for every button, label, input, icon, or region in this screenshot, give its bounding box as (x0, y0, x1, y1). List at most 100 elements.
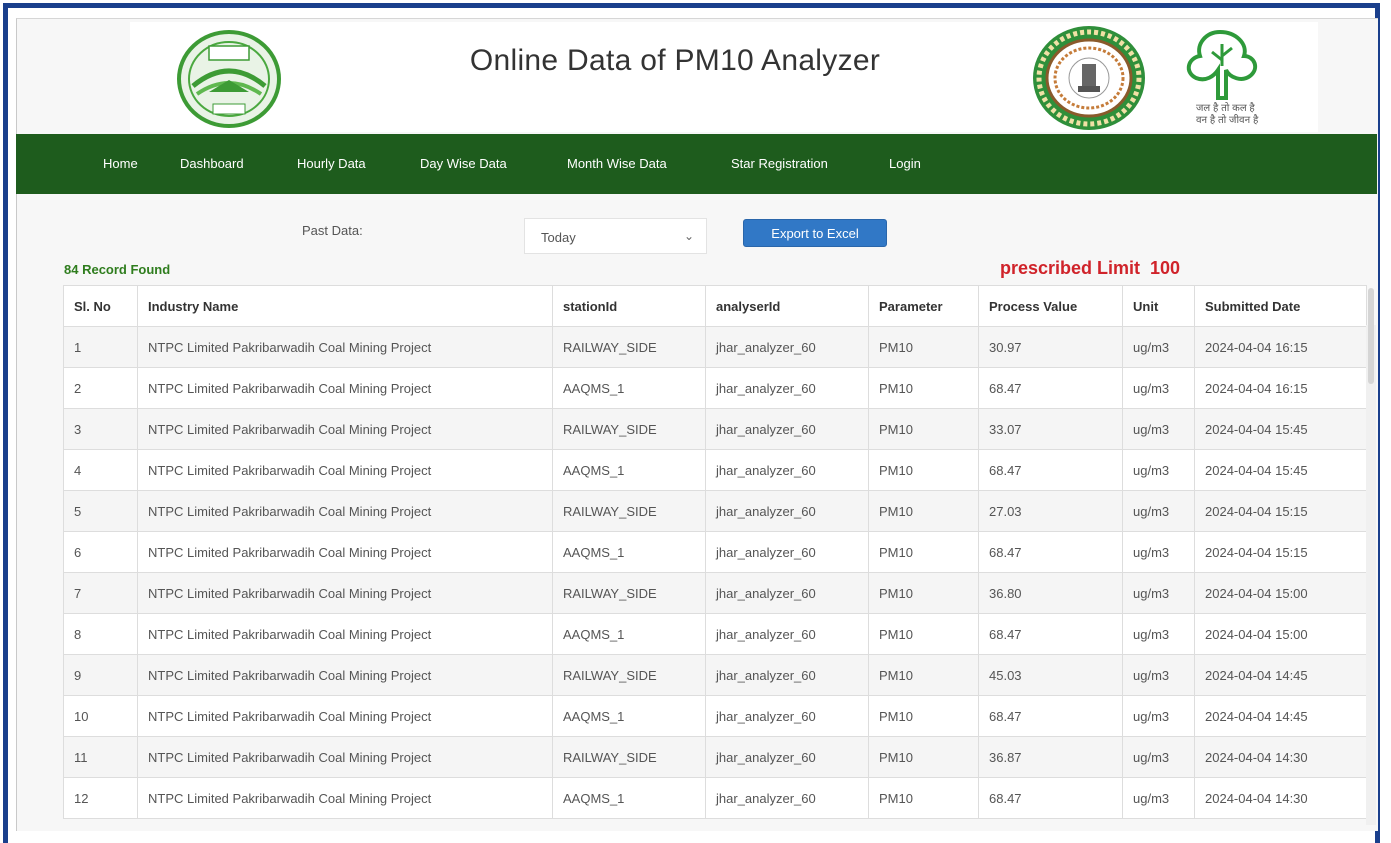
table-row: 7 NTPC Limited Pakribarwadih Coal Mining … (63, 572, 1367, 614)
cell-unit: ug/m3 (1122, 736, 1195, 778)
cell-unit: ug/m3 (1122, 654, 1195, 696)
column-header-submitted-date[interactable]: Submitted Date (1194, 285, 1367, 327)
cell-submitted-date: 2024-04-04 14:30 (1194, 736, 1367, 778)
column-header-sl-no[interactable]: Sl. No (63, 285, 138, 327)
cell-sl-no: 4 (63, 449, 138, 491)
cell-submitted-date: 2024-04-04 16:15 (1194, 326, 1367, 368)
cell-analyser-id: jhar_analyzer_60 (705, 654, 869, 696)
nav-home[interactable]: Home (103, 156, 138, 171)
cell-process-value: 33.07 (978, 408, 1123, 450)
table-row: 8 NTPC Limited Pakribarwadih Coal Mining … (63, 613, 1367, 655)
past-data-label: Past Data: (302, 223, 363, 238)
cell-analyser-id: jhar_analyzer_60 (705, 449, 869, 491)
column-header-process-value[interactable]: Process Value (978, 285, 1123, 327)
cell-station-id: RAILWAY_SIDE (552, 572, 706, 614)
cell-parameter: PM10 (868, 326, 979, 368)
scrollbar-thumb[interactable] (1368, 288, 1374, 384)
cell-parameter: PM10 (868, 572, 979, 614)
cell-process-value: 45.03 (978, 654, 1123, 696)
column-header-industry-name[interactable]: Industry Name (137, 285, 553, 327)
table-row: 4 NTPC Limited Pakribarwadih Coal Mining … (63, 449, 1367, 491)
cell-process-value: 68.47 (978, 777, 1123, 819)
cell-parameter: PM10 (868, 490, 979, 532)
column-header-unit[interactable]: Unit (1122, 285, 1195, 327)
table-row: 11 NTPC Limited Pakribarwadih Coal Mining… (63, 736, 1367, 778)
cell-parameter: PM10 (868, 695, 979, 737)
cell-parameter: PM10 (868, 531, 979, 573)
cell-analyser-id: jhar_analyzer_60 (705, 736, 869, 778)
cell-unit: ug/m3 (1122, 572, 1195, 614)
tree-slogan: जल है तो कल है वन है तो जीवन है (1196, 103, 1258, 127)
cell-unit: ug/m3 (1122, 449, 1195, 491)
cell-station-id: AAQMS_1 (552, 531, 706, 573)
cell-analyser-id: jhar_analyzer_60 (705, 490, 869, 532)
cell-unit: ug/m3 (1122, 367, 1195, 409)
column-header-parameter[interactable]: Parameter (868, 285, 979, 327)
cell-industry-name: NTPC Limited Pakribarwadih Coal Mining P… (137, 613, 553, 655)
cell-analyser-id: jhar_analyzer_60 (705, 572, 869, 614)
cell-industry-name: NTPC Limited Pakribarwadih Coal Mining P… (137, 736, 553, 778)
cell-unit: ug/m3 (1122, 408, 1195, 450)
cell-submitted-date: 2024-04-04 15:15 (1194, 490, 1367, 532)
cell-submitted-date: 2024-04-04 15:15 (1194, 531, 1367, 573)
cell-parameter: PM10 (868, 408, 979, 450)
page-title: Online Data of PM10 Analyzer (469, 44, 881, 77)
cell-station-id: RAILWAY_SIDE (552, 326, 706, 368)
cell-sl-no: 10 (63, 695, 138, 737)
cell-unit: ug/m3 (1122, 613, 1195, 655)
nav-day-wise-data[interactable]: Day Wise Data (420, 156, 507, 171)
cell-station-id: RAILWAY_SIDE (552, 408, 706, 450)
cell-unit: ug/m3 (1122, 490, 1195, 532)
cell-sl-no: 9 (63, 654, 138, 696)
cell-process-value: 36.87 (978, 736, 1123, 778)
cell-industry-name: NTPC Limited Pakribarwadih Coal Mining P… (137, 326, 553, 368)
cell-sl-no: 2 (63, 367, 138, 409)
past-data-select[interactable]: Today ⌄ (524, 218, 707, 254)
nav-hourly-data[interactable]: Hourly Data (297, 156, 366, 171)
record-count: 84 Record Found (64, 262, 171, 277)
cell-parameter: PM10 (868, 777, 979, 819)
past-data-selected-value: Today (541, 230, 576, 245)
table-scrollbar[interactable] (1366, 325, 1376, 825)
cell-submitted-date: 2024-04-04 15:00 (1194, 572, 1367, 614)
table-row: 1 NTPC Limited Pakribarwadih Coal Mining … (63, 326, 1367, 368)
cell-parameter: PM10 (868, 654, 979, 696)
cell-process-value: 30.97 (978, 326, 1123, 368)
cell-station-id: AAQMS_1 (552, 367, 706, 409)
nav-login[interactable]: Login (889, 156, 921, 171)
cell-submitted-date: 2024-04-04 14:45 (1194, 654, 1367, 696)
cell-industry-name: NTPC Limited Pakribarwadih Coal Mining P… (137, 654, 553, 696)
chevron-down-icon: ⌄ (683, 229, 694, 243)
cell-submitted-date: 2024-04-04 14:30 (1194, 777, 1367, 819)
tree-slogan-line-1: जल है तो कल है (1196, 103, 1255, 114)
nav-star-registration[interactable]: Star Registration (731, 156, 828, 171)
cell-analyser-id: jhar_analyzer_60 (705, 408, 869, 450)
cell-sl-no: 3 (63, 408, 138, 450)
column-header-analyser-id[interactable]: analyserId (705, 285, 869, 327)
cell-sl-no: 12 (63, 777, 138, 819)
cell-industry-name: NTPC Limited Pakribarwadih Coal Mining P… (137, 367, 553, 409)
table-row: 12 NTPC Limited Pakribarwadih Coal Mining… (63, 777, 1367, 819)
table-header-row: Sl. No Industry Name stationId analyserI… (63, 285, 1367, 327)
column-header-station-id[interactable]: stationId (552, 285, 706, 327)
cell-submitted-date: 2024-04-04 15:00 (1194, 613, 1367, 655)
nav-month-wise-data[interactable]: Month Wise Data (567, 156, 667, 171)
cell-sl-no: 7 (63, 572, 138, 614)
table-row: 5 NTPC Limited Pakribarwadih Coal Mining … (63, 490, 1367, 532)
cell-process-value: 68.47 (978, 449, 1123, 491)
cell-industry-name: NTPC Limited Pakribarwadih Coal Mining P… (137, 449, 553, 491)
cell-industry-name: NTPC Limited Pakribarwadih Coal Mining P… (137, 531, 553, 573)
table-row: 9 NTPC Limited Pakribarwadih Coal Mining … (63, 654, 1367, 696)
cell-submitted-date: 2024-04-04 16:15 (1194, 367, 1367, 409)
cell-sl-no: 6 (63, 531, 138, 573)
cell-parameter: PM10 (868, 613, 979, 655)
cell-process-value: 68.47 (978, 613, 1123, 655)
cell-sl-no: 1 (63, 326, 138, 368)
cell-unit: ug/m3 (1122, 326, 1195, 368)
cell-submitted-date: 2024-04-04 15:45 (1194, 449, 1367, 491)
cell-unit: ug/m3 (1122, 531, 1195, 573)
cell-process-value: 68.47 (978, 695, 1123, 737)
table-body: 1 NTPC Limited Pakribarwadih Coal Mining … (63, 326, 1367, 819)
nav-dashboard[interactable]: Dashboard (180, 156, 244, 171)
export-to-excel-button[interactable]: Export to Excel (743, 219, 887, 247)
